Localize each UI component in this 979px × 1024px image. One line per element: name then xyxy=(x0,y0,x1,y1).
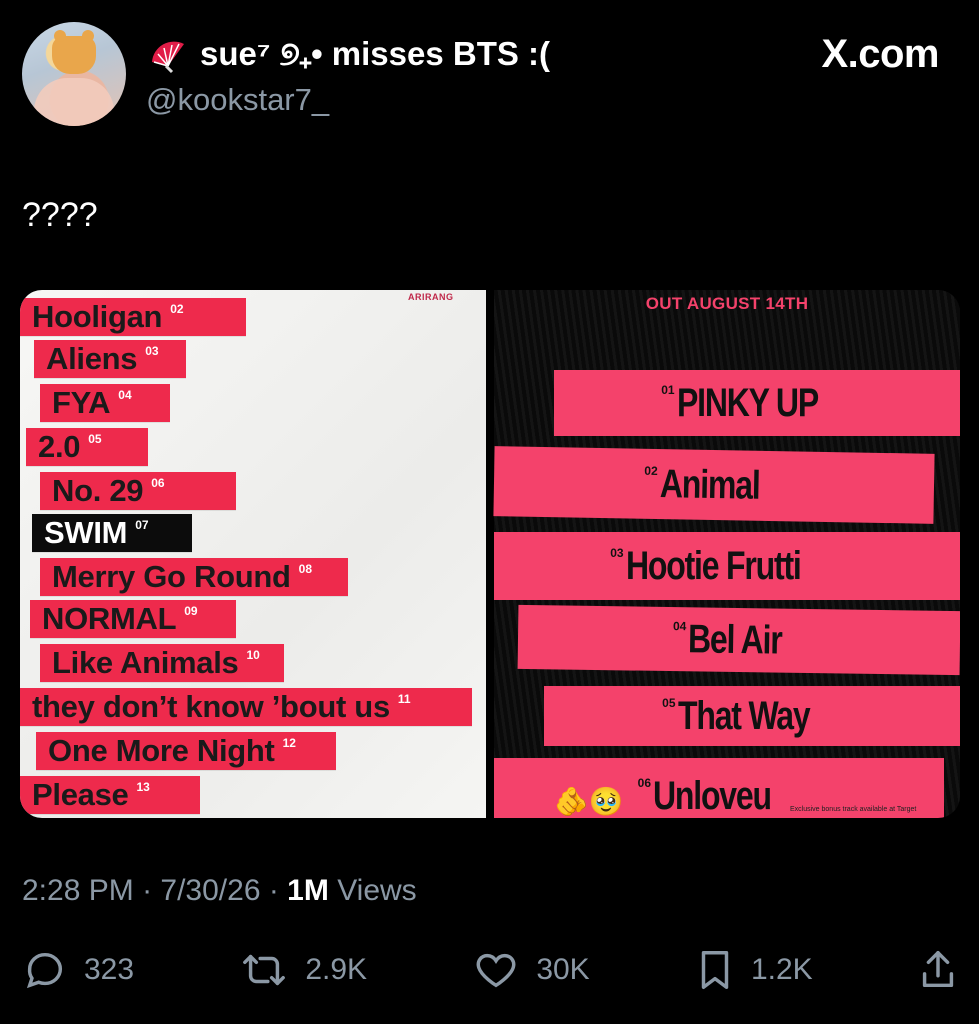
repost-icon xyxy=(243,954,286,986)
heart-icon xyxy=(476,953,516,988)
repost-button[interactable]: 2.9K xyxy=(239,947,367,993)
reply-count: 323 xyxy=(84,953,135,986)
tracklist-item: Hooligan 02 xyxy=(20,298,246,336)
bookmark-button[interactable]: 1.2K xyxy=(695,947,813,993)
source-logo: X.com xyxy=(821,32,939,76)
author-handle[interactable]: @kookstar7_ xyxy=(146,82,329,118)
media-grid[interactable]: ARIRANG Hooligan 02 Aliens 03 FYA 04 2.0 05 … xyxy=(20,290,960,818)
tracklist-item: No. 29 06 xyxy=(40,472,236,510)
views-label: Views xyxy=(337,874,417,907)
share-button[interactable] xyxy=(918,947,958,993)
display-name: sue⁷ ୭₊• misses BTS :( xyxy=(200,34,551,72)
tracklist-item: FYA 04 xyxy=(40,384,170,422)
folding-fan-icon xyxy=(152,41,184,74)
tracklist-item: Merry Go Round 08 xyxy=(40,558,348,596)
tweet-text: ???? xyxy=(22,196,98,234)
media-image-left[interactable]: ARIRANG Hooligan 02 Aliens 03 FYA 04 2.0 05 … xyxy=(20,290,486,818)
tracklist-item: 04 Bel Air xyxy=(517,604,960,676)
bear-plush-image xyxy=(52,30,96,74)
share-icon xyxy=(922,951,954,988)
bookmark-icon xyxy=(701,951,729,989)
repost-count: 2.9K xyxy=(305,953,368,986)
emoji-overlay: 🫵🥹 xyxy=(554,786,624,817)
tracklist-item: Please 13 xyxy=(20,776,200,814)
brand-mark: ARIRANG xyxy=(408,292,454,302)
tweet-meta: 2:28 PM · 7/30/26 · 1M Views xyxy=(22,874,417,907)
like-button[interactable]: 30K xyxy=(472,947,590,993)
action-bar: 323 2.9K 30K 1.2K xyxy=(22,946,958,994)
bookmark-count: 1.2K xyxy=(750,953,813,986)
release-date: OUT AUGUST 14TH xyxy=(645,294,809,313)
tracklist-item: NORMAL 09 xyxy=(30,600,236,638)
media-image-right[interactable]: OUT AUGUST 14TH 01 PINKY UP 02 Animal 03 Ho… xyxy=(493,290,960,818)
view-count: 1M xyxy=(287,874,329,907)
tweet-time[interactable]: 2:28 PM xyxy=(22,874,134,907)
tracklist-item: 03 Hootie Frutti xyxy=(494,532,960,600)
reply-icon xyxy=(26,952,62,989)
tracklist-item: 2.0 05 xyxy=(26,428,148,466)
avatar[interactable] xyxy=(22,22,126,126)
tracklist-item: they don’t know ’bout us 11 xyxy=(20,688,472,726)
reply-button[interactable]: 323 xyxy=(22,947,134,993)
bonus-note: Exclusive bonus track available at Targe… xyxy=(790,806,917,813)
tracklist-item: Like Animals 10 xyxy=(40,644,284,682)
tracklist-item: Aliens 03 xyxy=(34,340,186,378)
tracklist-item: 01 PINKY UP xyxy=(554,370,960,436)
tracklist-item-highlighted: SWIM 07 xyxy=(32,514,192,552)
author-name-row[interactable]: sue⁷ ୭₊• misses BTS :( xyxy=(146,32,550,76)
tracklist-item: One More Night 12 xyxy=(36,732,336,770)
like-count: 30K xyxy=(536,953,590,986)
tracklist-item: 02 Animal xyxy=(493,446,935,524)
tweet-date[interactable]: 7/30/26 xyxy=(160,874,260,907)
tracklist-item: 05 That Way xyxy=(544,686,960,746)
